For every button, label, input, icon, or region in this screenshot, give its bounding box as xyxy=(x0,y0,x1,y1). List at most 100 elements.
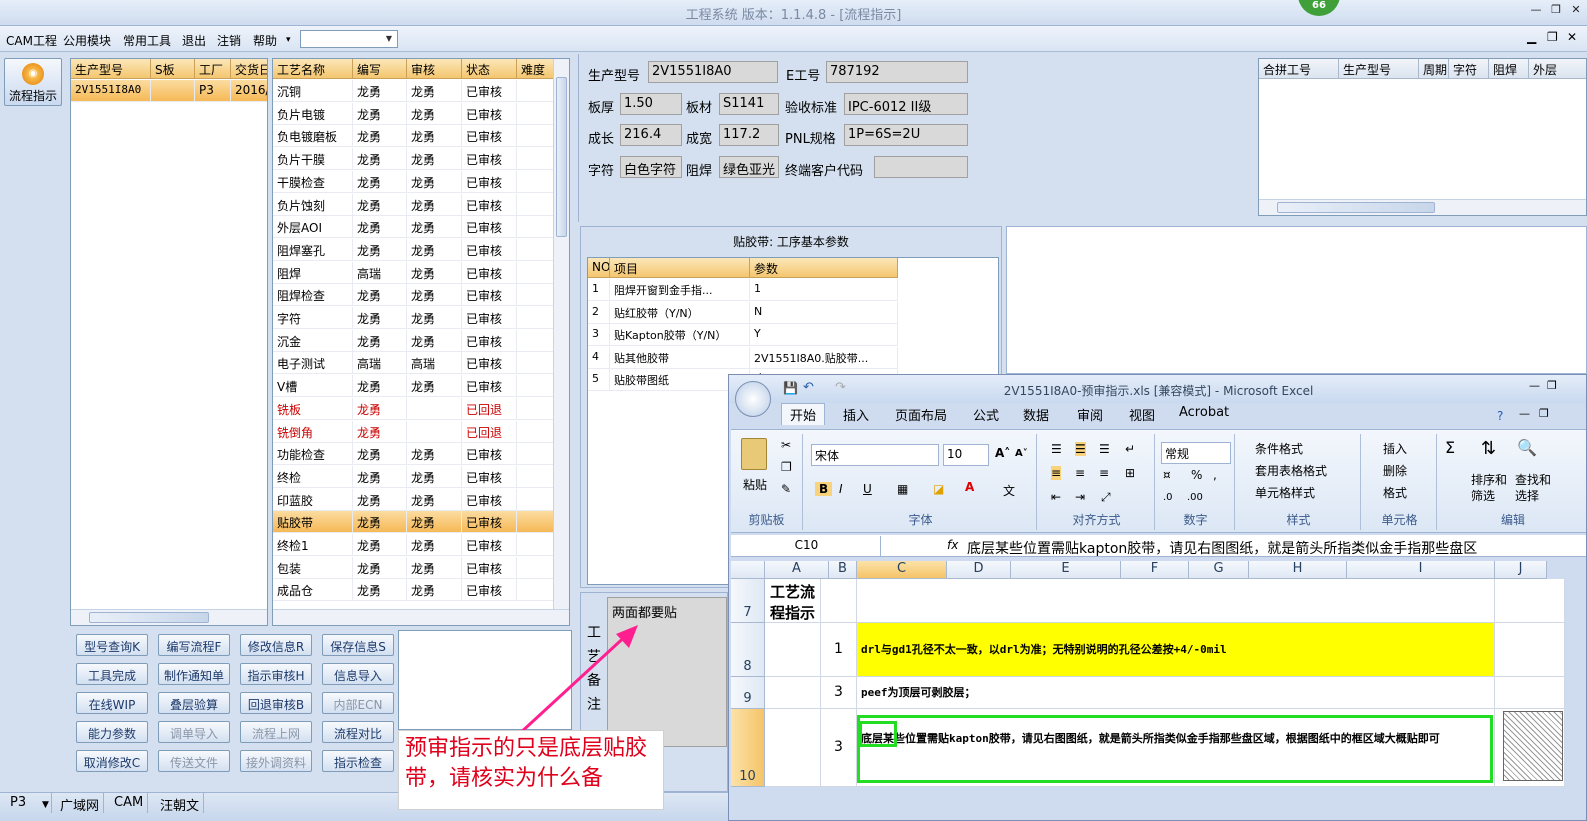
action-button[interactable]: 制作通知单 xyxy=(158,663,230,685)
params-cell[interactable]: 4 xyxy=(588,346,610,369)
width-field[interactable]: 117.2 xyxy=(719,124,779,146)
select-all-corner[interactable] xyxy=(731,561,765,579)
process-cell[interactable]: 已审核 xyxy=(462,511,517,534)
process-cell[interactable]: 龙勇 xyxy=(407,375,462,398)
process-cell[interactable]: 已审核 xyxy=(462,375,517,398)
process-cell[interactable]: 龙勇 xyxy=(407,148,462,171)
process-header[interactable]: 状态 xyxy=(462,59,517,79)
process-cell[interactable]: 终检1 xyxy=(273,534,353,556)
process-cell[interactable] xyxy=(517,465,555,488)
ribbon-tab[interactable]: 插入 xyxy=(843,405,869,424)
model-field[interactable]: 2V1551I8A0 xyxy=(648,61,778,83)
process-cell[interactable]: 已审核 xyxy=(462,170,517,193)
binoculars-icon[interactable]: 🔍 xyxy=(1517,438,1537,457)
shrink-font-icon[interactable]: A˅ xyxy=(1015,448,1028,459)
align-bottom-icon[interactable]: ☰ xyxy=(1099,442,1110,456)
pnl-field[interactable]: 1P=6S=2U xyxy=(844,124,968,146)
process-cell[interactable]: 龙勇 xyxy=(407,284,462,307)
table-format-button[interactable]: 套用表格格式 xyxy=(1255,462,1327,479)
name-box[interactable]: C10 xyxy=(733,536,881,556)
row-header[interactable]: 10 xyxy=(731,709,765,787)
combine-header[interactable]: 周期 xyxy=(1419,59,1449,79)
action-button[interactable]: 修改信息R xyxy=(240,634,312,656)
order-s-cell[interactable] xyxy=(151,80,195,102)
combine-header[interactable]: 字符 xyxy=(1449,59,1489,79)
close-icon[interactable]: ✕ xyxy=(1567,3,1585,19)
process-cell[interactable]: 电子测试 xyxy=(273,352,353,375)
process-cell[interactable]: 龙勇 xyxy=(353,556,407,579)
process-cell[interactable]: 外层AOI xyxy=(273,216,353,239)
format-painter-icon[interactable]: ✎ xyxy=(781,482,791,496)
process-cell[interactable]: 龙勇 xyxy=(353,465,407,488)
orders-header[interactable]: S板 xyxy=(151,59,195,79)
process-cell[interactable]: 龙勇 xyxy=(353,488,407,511)
process-cell[interactable]: 龙勇 xyxy=(353,397,407,420)
action-button[interactable]: 能力参数 xyxy=(76,721,148,743)
process-cell[interactable] xyxy=(517,579,555,602)
orientation-icon[interactable]: ⤢ xyxy=(1101,490,1111,505)
process-cell[interactable]: 已回退 xyxy=(462,397,517,420)
conditional-format-button[interactable]: 条件格式 xyxy=(1255,440,1303,457)
process-header[interactable]: 工艺名称 xyxy=(273,59,353,79)
inc-decimal-icon[interactable]: .0 xyxy=(1163,492,1173,503)
process-cell[interactable]: 铣板 xyxy=(273,397,353,420)
process-cell[interactable] xyxy=(517,261,555,284)
orders-header[interactable]: 交货日 xyxy=(231,59,267,79)
process-cell[interactable]: 成品仓 xyxy=(273,579,353,602)
process-cell[interactable]: 已审核 xyxy=(462,216,517,239)
row-header[interactable]: 7 xyxy=(731,579,765,623)
help-icon[interactable]: ? xyxy=(1497,409,1503,423)
process-cell[interactable]: 龙勇 xyxy=(353,534,407,556)
action-button[interactable]: 回退审核B xyxy=(240,692,312,714)
cut-icon[interactable]: ✂ xyxy=(781,438,791,452)
process-cell[interactable] xyxy=(517,534,555,556)
combine-header[interactable]: 生产型号 xyxy=(1339,59,1419,79)
process-cell[interactable] xyxy=(517,511,555,534)
column-header[interactable]: H xyxy=(1249,561,1347,579)
underline-icon[interactable]: U xyxy=(863,482,872,496)
params-cell[interactable]: 1 xyxy=(588,279,610,301)
process-cell[interactable]: 功能检查 xyxy=(273,443,353,466)
process-cell[interactable]: 龙勇 xyxy=(353,307,407,329)
thickness-field[interactable]: 1.50 xyxy=(620,93,682,115)
status-network[interactable]: 广域网 xyxy=(56,793,105,814)
params-cell[interactable]: 3 xyxy=(588,324,610,346)
column-header[interactable]: C xyxy=(857,561,947,579)
column-header[interactable]: G xyxy=(1189,561,1249,579)
process-cell[interactable] xyxy=(517,397,555,420)
orders-header[interactable]: 工厂 xyxy=(195,59,231,79)
process-vscroll[interactable] xyxy=(553,59,569,611)
process-cell[interactable]: V槽 xyxy=(273,375,353,398)
font-size-select[interactable]: 10 xyxy=(943,444,989,466)
drawing-image[interactable] xyxy=(1503,711,1563,781)
process-cell[interactable]: 已回退 xyxy=(462,420,517,443)
action-button[interactable]: 取消修改C xyxy=(76,750,148,772)
mask-field[interactable]: 绿色亚光 xyxy=(719,156,779,178)
params-cell[interactable]: N xyxy=(750,301,898,324)
process-cell[interactable]: 已审核 xyxy=(462,465,517,488)
currency-icon[interactable]: ¤ xyxy=(1163,468,1171,482)
process-cell[interactable]: 龙勇 xyxy=(353,102,407,125)
process-cell[interactable] xyxy=(517,420,555,443)
process-cell[interactable] xyxy=(517,488,555,511)
menu-logout[interactable]: 注销 xyxy=(217,32,241,49)
process-cell[interactable] xyxy=(517,329,555,352)
process-cell[interactable]: 已审核 xyxy=(462,329,517,352)
minimize-icon[interactable]: — xyxy=(1527,3,1545,19)
menu-cam[interactable]: CAM工程 xyxy=(6,32,57,49)
process-cell[interactable]: 已审核 xyxy=(462,148,517,171)
combine-header[interactable]: 阻焊 xyxy=(1489,59,1529,79)
process-cell[interactable] xyxy=(517,170,555,193)
ribbon-tab[interactable]: 数据 xyxy=(1023,405,1049,424)
column-header[interactable]: A xyxy=(765,561,829,579)
cell-b[interactable]: 3 xyxy=(821,709,857,787)
menu-overflow-icon[interactable]: ▾ xyxy=(286,35,291,45)
process-cell[interactable]: 龙勇 xyxy=(407,102,462,125)
mdi-close-icon[interactable]: ✕ xyxy=(1567,30,1577,44)
process-cell[interactable] xyxy=(517,284,555,307)
order-model-cell[interactable]: 2V1551I8A0 xyxy=(71,80,151,102)
params-cell[interactable]: 贴其他胶带 xyxy=(610,346,750,369)
menu-combo[interactable]: ▼ xyxy=(300,30,398,48)
process-cell[interactable] xyxy=(517,80,555,102)
process-cell[interactable]: 已审核 xyxy=(462,307,517,329)
